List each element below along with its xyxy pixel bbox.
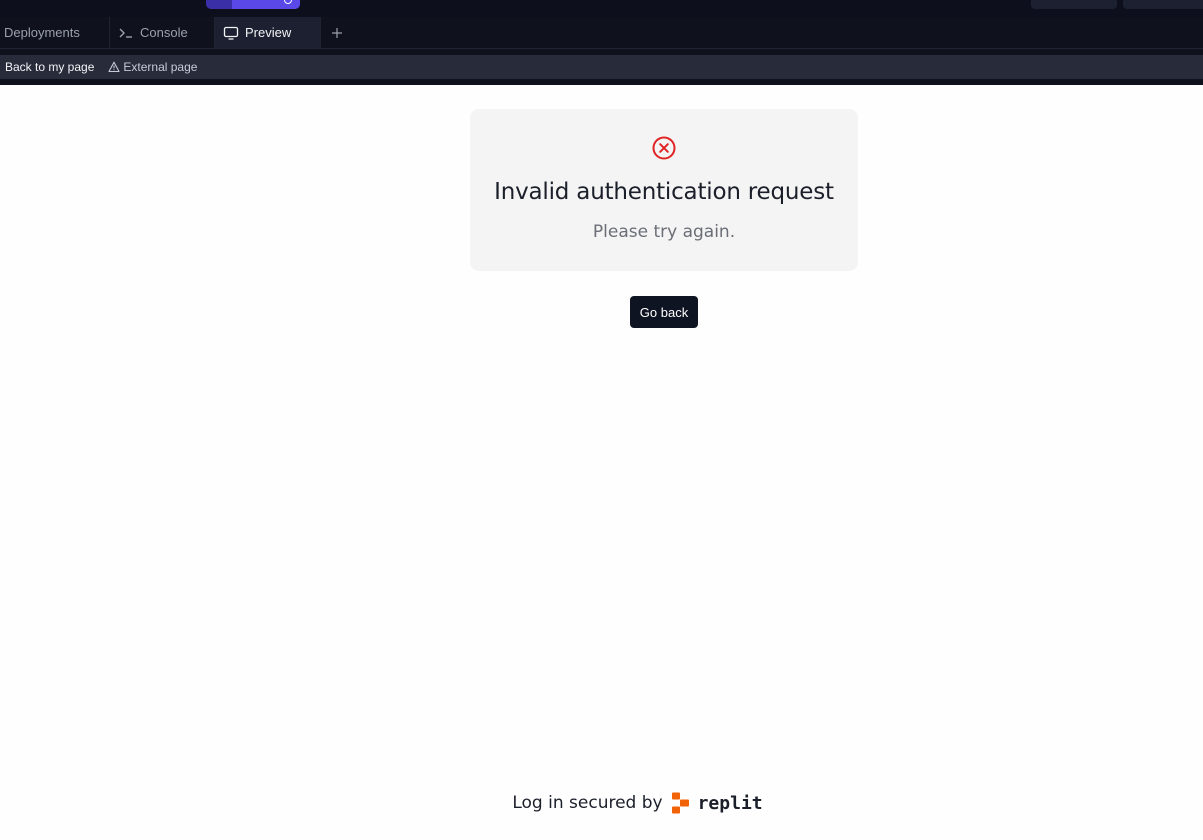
footer: Log in secured by replit: [0, 789, 1203, 817]
terminal-icon: [118, 25, 134, 41]
x-circle-icon: [652, 136, 676, 165]
error-card: Invalid authentication request Please tr…: [470, 109, 858, 271]
monitor-icon: [223, 25, 239, 41]
tab-console[interactable]: Console: [110, 17, 215, 48]
tab-label: Preview: [245, 25, 292, 40]
replit-wordmark: replit: [697, 792, 763, 814]
add-tab-button[interactable]: [328, 17, 346, 48]
tab-label: Console: [140, 25, 188, 40]
top-right-button-2[interactable]: [1123, 0, 1203, 9]
workspace-tab-bar: Deployments Console Preview: [0, 17, 1203, 49]
warning-icon: [108, 61, 120, 73]
back-to-my-page-link[interactable]: Back to my page: [0, 60, 94, 74]
error-message: Please try again.: [592, 222, 736, 242]
error-title: Invalid authentication request: [494, 179, 834, 205]
top-right-button[interactable]: [1031, 0, 1117, 9]
preview-toolbar: Back to my page External page: [0, 49, 1203, 85]
tab-deployments[interactable]: Deployments: [0, 17, 110, 48]
tab-preview[interactable]: Preview: [215, 17, 321, 48]
plus-icon: [332, 27, 342, 38]
external-page-label: External page: [123, 60, 198, 74]
app-top-strip: [0, 0, 1203, 17]
replit-logo: replit: [671, 792, 763, 814]
tab-label: Deployments: [4, 25, 80, 40]
go-back-button[interactable]: Go back: [630, 296, 698, 328]
replit-logo-icon: [671, 792, 689, 814]
external-page-notice: External page: [108, 60, 197, 74]
secured-by-text: Log in secured by: [512, 793, 663, 813]
